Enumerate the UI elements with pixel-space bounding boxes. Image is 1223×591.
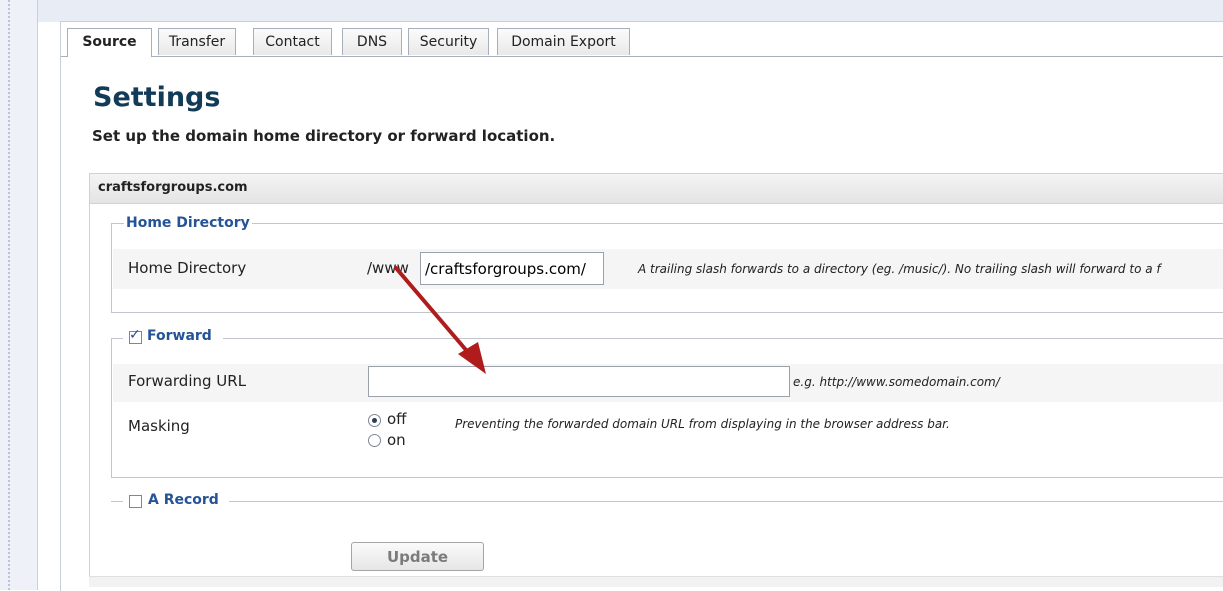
- tab-source[interactable]: Source: [67, 28, 152, 57]
- domain-name: craftsforgroups.com: [98, 180, 248, 195]
- forwarding-url-label: Forwarding URL: [128, 372, 247, 390]
- left-gutter: [0, 0, 38, 590]
- tab-dns[interactable]: DNS: [342, 28, 402, 55]
- masking-on-label: on: [387, 431, 406, 449]
- masking-off-label: off: [387, 410, 407, 428]
- page-title: Settings: [93, 82, 221, 113]
- gutter-rule: [8, 0, 10, 590]
- masking-hint: Preventing the forwarded domain URL from…: [455, 417, 950, 431]
- gutter-edge: [37, 0, 38, 590]
- a-record-checkbox[interactable]: [129, 495, 142, 508]
- radio-dot: [372, 418, 377, 423]
- forward-checkbox[interactable]: ✓: [129, 327, 142, 344]
- domain-box-header: [90, 174, 1223, 204]
- home-directory-label: Home Directory: [128, 259, 247, 277]
- update-button[interactable]: Update: [351, 542, 484, 571]
- box-footer: [89, 576, 1223, 587]
- masking-label: Masking: [128, 417, 190, 435]
- a-record-legend: A Record: [148, 492, 219, 508]
- tab-contact[interactable]: Contact: [253, 28, 332, 55]
- top-band: [38, 0, 1223, 22]
- forward-fieldset: [111, 338, 1223, 478]
- home-directory-legend: Home Directory: [124, 215, 252, 231]
- tab-domain-export[interactable]: Domain Export: [497, 28, 630, 55]
- forwarding-url-hint: e.g. http://www.somedomain.com/: [793, 375, 1000, 389]
- tab-baseline: [61, 56, 1223, 57]
- forward-legend: Forward: [147, 328, 212, 344]
- home-directory-hint: A trailing slash forwards to a directory…: [638, 262, 1161, 276]
- masking-on-radio[interactable]: [368, 434, 381, 447]
- tab-transfer[interactable]: Transfer: [158, 28, 236, 55]
- arrow-shaft: [394, 266, 474, 359]
- arrow-annotation: [394, 266, 486, 374]
- a-record-divider: [111, 501, 1223, 502]
- masking-off-radio[interactable]: [368, 414, 381, 427]
- page-subtitle: Set up the domain home directory or forw…: [92, 127, 556, 145]
- check-icon: ✓: [129, 327, 141, 343]
- tab-security[interactable]: Security: [408, 28, 489, 55]
